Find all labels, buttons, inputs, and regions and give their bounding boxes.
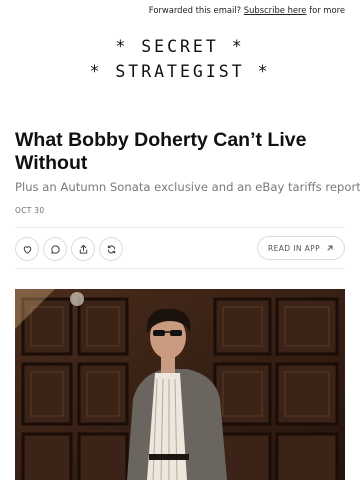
- post-title[interactable]: What Bobby Doherty Can’t Live Without: [15, 129, 345, 175]
- forwarded-suffix: for more: [309, 5, 345, 15]
- forwarded-notice: Forwarded this email? Subscribe here for…: [149, 5, 345, 15]
- read-in-app-label: READ IN APP: [267, 243, 320, 253]
- like-button[interactable]: [15, 237, 39, 261]
- forwarded-text: Forwarded this email?: [148, 5, 242, 15]
- hero-photo-illustration: [15, 289, 345, 480]
- comment-icon: [50, 244, 60, 254]
- logo-line-2: * STRATEGIST *: [89, 62, 271, 81]
- post-subtitle: Plus an Autumn Sonata exclusive and an e…: [15, 180, 360, 194]
- share-button[interactable]: [71, 237, 95, 261]
- comment-button[interactable]: [43, 237, 67, 261]
- read-in-app-button[interactable]: READ IN APP: [256, 236, 345, 260]
- hero-image[interactable]: [15, 289, 345, 480]
- post-date: OCT 30: [15, 206, 45, 215]
- subscribe-link[interactable]: Subscribe here: [244, 5, 307, 15]
- divider-bottom: [15, 268, 345, 269]
- restack-button[interactable]: [99, 237, 123, 261]
- logo-line-1: * SECRET *: [115, 37, 245, 56]
- share-icon: [79, 244, 87, 254]
- divider-top: [15, 227, 345, 228]
- restack-icon: [107, 244, 115, 254]
- arrow-up-right-icon: [327, 245, 333, 251]
- heart-icon: [23, 245, 31, 254]
